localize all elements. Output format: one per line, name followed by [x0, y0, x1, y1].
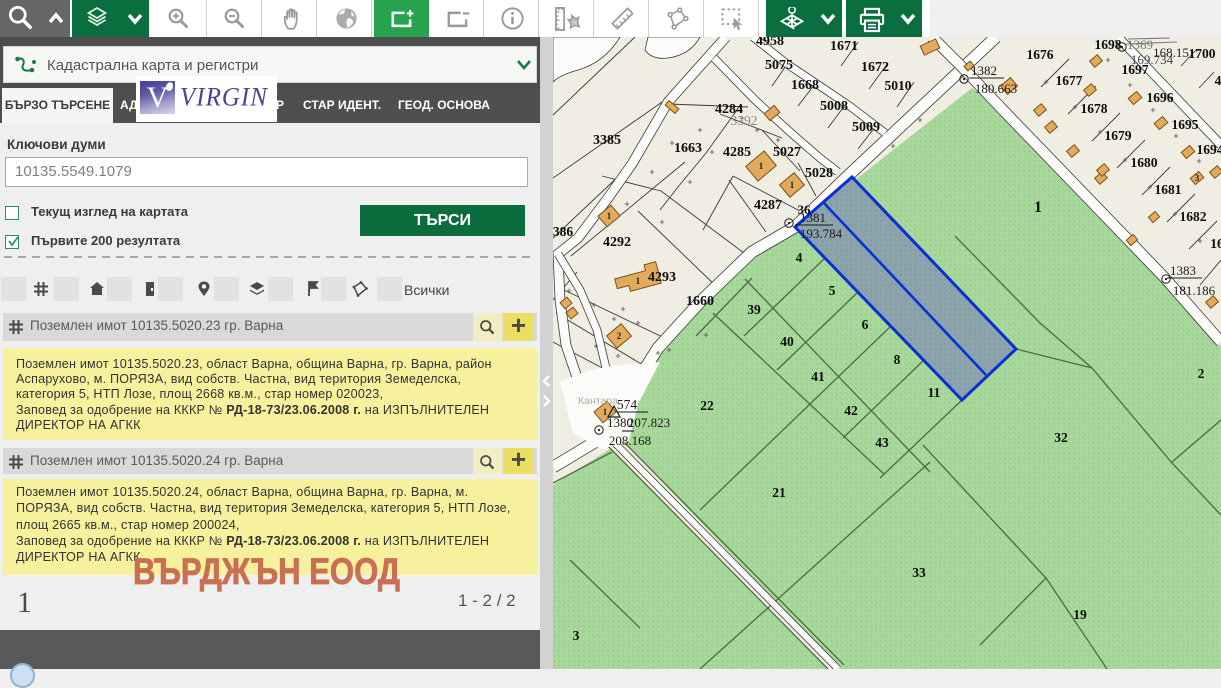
svg-text:181.186: 181.186 — [1173, 283, 1216, 298]
svg-text:5075: 5075 — [765, 58, 793, 73]
svg-text:574: 574 — [617, 397, 638, 412]
svg-text:21: 21 — [772, 485, 786, 500]
svg-text:3385: 3385 — [593, 133, 621, 148]
svg-text:168.15: 168.15 — [1153, 45, 1189, 60]
svg-text:41: 41 — [811, 369, 825, 384]
svg-text:1696: 1696 — [1147, 90, 1174, 105]
svg-text:1694: 1694 — [1197, 142, 1221, 157]
svg-text:1668: 1668 — [791, 78, 819, 93]
svg-text:1660: 1660 — [686, 294, 714, 309]
svg-text:19: 19 — [1073, 607, 1087, 622]
svg-text:208.168: 208.168 — [609, 433, 651, 448]
svg-text:193.784: 193.784 — [800, 226, 843, 241]
svg-text:22: 22 — [700, 398, 714, 413]
svg-text:1: 1 — [759, 161, 764, 171]
svg-text:1697: 1697 — [1122, 62, 1149, 77]
svg-text:3392: 3392 — [731, 113, 758, 128]
svg-text:5028: 5028 — [805, 166, 833, 181]
svg-text:1671: 1671 — [830, 39, 858, 54]
svg-text:36: 36 — [798, 202, 812, 217]
svg-text:207.823: 207.823 — [628, 415, 670, 430]
svg-text:1682: 1682 — [1180, 209, 1207, 224]
svg-text:1700: 1700 — [1189, 46, 1216, 61]
svg-text:4292: 4292 — [603, 235, 631, 250]
svg-text:11: 11 — [928, 385, 941, 400]
svg-text:42: 42 — [844, 403, 858, 418]
svg-text:1383: 1383 — [1170, 263, 1196, 278]
svg-text:386: 386 — [553, 224, 573, 239]
svg-text:8: 8 — [894, 352, 901, 367]
svg-text:4958: 4958 — [756, 37, 784, 49]
svg-text:1: 1 — [607, 211, 612, 221]
svg-text:5010: 5010 — [885, 78, 912, 93]
svg-text:1698: 1698 — [1095, 37, 1122, 52]
svg-text:4293: 4293 — [648, 270, 676, 285]
svg-text:Кантара: Кантара — [578, 395, 618, 407]
svg-text:180.663: 180.663 — [975, 81, 1017, 96]
svg-text:1695: 1695 — [1172, 117, 1199, 132]
svg-text:5: 5 — [829, 283, 836, 298]
svg-text:1681: 1681 — [1155, 182, 1182, 197]
svg-text:40: 40 — [780, 334, 794, 349]
svg-text:2: 2 — [617, 331, 622, 341]
svg-text:4287: 4287 — [754, 198, 782, 213]
svg-text:32: 32 — [1054, 430, 1068, 445]
svg-text:1679: 1679 — [1105, 128, 1132, 143]
svg-text:1680: 1680 — [1131, 155, 1158, 170]
svg-text:33: 33 — [912, 565, 926, 580]
svg-text:5008: 5008 — [820, 99, 848, 114]
svg-text:1: 1 — [1034, 199, 1042, 216]
svg-text:1676: 1676 — [1027, 47, 1054, 62]
svg-text:3: 3 — [1195, 173, 1200, 183]
svg-text:43: 43 — [875, 435, 889, 450]
svg-text:4: 4 — [796, 250, 803, 265]
svg-text:1672: 1672 — [861, 60, 889, 75]
svg-text:5009: 5009 — [852, 120, 880, 135]
svg-text:1382: 1382 — [971, 63, 997, 78]
svg-text:1677: 1677 — [1056, 73, 1083, 88]
svg-text:6: 6 — [862, 317, 869, 332]
svg-text:4: 4 — [1215, 73, 1221, 88]
svg-text:4285: 4285 — [723, 145, 751, 160]
svg-text:1: 1 — [790, 180, 795, 190]
svg-text:3: 3 — [573, 628, 580, 643]
svg-text:1: 1 — [636, 276, 641, 286]
svg-text:39: 39 — [747, 302, 761, 317]
svg-text:5027: 5027 — [773, 145, 801, 160]
svg-text:1663: 1663 — [674, 141, 702, 156]
svg-text:2: 2 — [1198, 366, 1205, 381]
svg-text:16: 16 — [1210, 236, 1221, 251]
svg-text:1678: 1678 — [1081, 101, 1108, 116]
